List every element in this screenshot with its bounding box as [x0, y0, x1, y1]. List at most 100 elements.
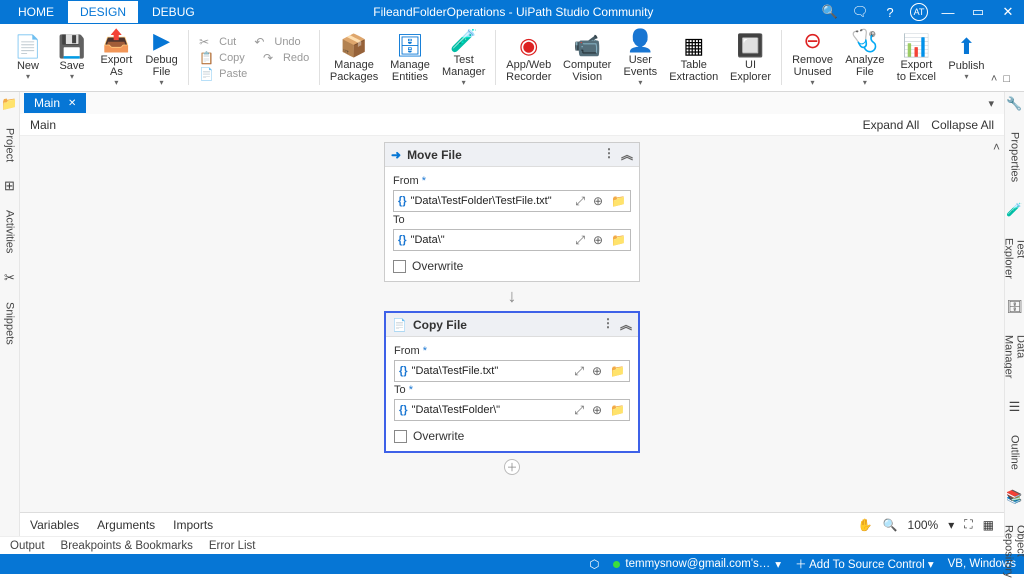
activity-collapse-icon[interactable]: ︽ — [620, 316, 632, 333]
title-bar: HOME DESIGN DEBUG FileandFolderOperation… — [0, 0, 1024, 24]
ribbon-export-to-excel-button[interactable]: 📊Export to Excel — [891, 26, 942, 89]
plus-circle-icon[interactable]: ⊕ — [591, 194, 605, 208]
doc-tab-main[interactable]: Main ✕ — [24, 93, 86, 113]
plus-circle-icon[interactable]: ⊕ — [590, 403, 604, 417]
ribbon-manage-entities-button[interactable]: 🗄Manage Entities — [384, 26, 436, 89]
ribbon-computer-vision-button[interactable]: 📹Computer Vision — [557, 26, 617, 89]
activity-copy-file[interactable]: 📄 Copy File ⋮︽ From * {} "Data\TestFile.… — [384, 311, 640, 453]
plus-circle-icon[interactable]: ⊕ — [590, 364, 604, 378]
ribbon-remove-unused-button[interactable]: ⊖Remove Unused▾ — [786, 26, 839, 89]
checkbox-icon[interactable] — [393, 260, 406, 273]
activity-collapse-icon[interactable]: ︽ — [621, 146, 633, 163]
sidebar-project-tab[interactable]: Project — [4, 128, 16, 162]
ribbon-manage-packages-button[interactable]: 📦Manage Packages — [324, 26, 384, 89]
overwrite-checkbox-row[interactable]: Overwrite — [393, 259, 631, 273]
expression-icon: {} — [398, 234, 407, 246]
paste-button[interactable]: 📄Paste — [199, 67, 309, 81]
sidebar-activities-tab[interactable]: Activities — [4, 210, 16, 253]
ribbon-debug-file-button[interactable]: ▶Debug File▾ — [139, 26, 184, 89]
feedback-icon[interactable]: 🗨 — [850, 2, 870, 22]
from-input[interactable]: {} "Data\TestFile.txt" ⤢ ⊕ 📁 — [394, 360, 630, 382]
zoom-dropdown-icon[interactable]: ▾ — [948, 518, 954, 532]
orchestrator-icon[interactable]: ⬡ — [589, 557, 599, 571]
ribbon-app-web-recorder-button[interactable]: ◉App/Web Recorder — [500, 26, 557, 89]
sidebar-test-explorer-tab[interactable]: Test Explorer — [1003, 238, 1024, 279]
canvas-collapse-icon[interactable]: ˄ — [993, 140, 1000, 154]
ribbon-export-as-button[interactable]: 📤Export As▾ — [94, 26, 139, 89]
from-input[interactable]: {} "Data\TestFolder\TestFile.txt" ⤢ ⊕ 📁 — [393, 190, 631, 212]
expand-editor-icon[interactable]: ⤢ — [573, 233, 587, 248]
add-activity-button[interactable]: ＋ — [504, 459, 520, 475]
ribbon-table-extraction-button[interactable]: ▦Table Extraction — [664, 26, 724, 89]
menu-tab-debug[interactable]: DEBUG — [140, 1, 207, 23]
collapse-all-button[interactable]: Collapse All — [931, 118, 994, 132]
activity-move-file[interactable]: ➜ Move File ⋮︽ From * {} "Data\TestFolde… — [384, 142, 640, 282]
ui-explorer-icon: 🔲 — [737, 33, 764, 59]
expand-all-button[interactable]: Expand All — [863, 118, 920, 132]
zoom-icon[interactable]: 🔍 — [883, 518, 898, 532]
paste-icon: 📄 — [199, 67, 213, 81]
output-tab[interactable]: Output — [10, 540, 45, 552]
sidebar-object-repo-tab[interactable]: Object Repository — [1003, 525, 1024, 578]
ribbon-new-label: New — [17, 60, 39, 72]
user-avatar[interactable]: AT — [910, 3, 928, 21]
plus-circle-icon[interactable]: ⊕ — [591, 233, 605, 247]
close-tab-icon[interactable]: ✕ — [68, 98, 76, 109]
to-input[interactable]: {} "Data\TestFolder\" ⤢ ⊕ 📁 — [394, 399, 630, 421]
ribbon-user-events-button[interactable]: 👤User Events▾ — [617, 26, 664, 89]
expand-editor-icon[interactable]: ⤢ — [572, 403, 586, 418]
designer-canvas[interactable]: ˄ ➜ Move File ⋮︽ From * {} "Data\TestFol… — [20, 136, 1004, 512]
error-list-tab[interactable]: Error List — [209, 540, 256, 552]
ribbon-ui-explorer-button[interactable]: 🔲UI Explorer — [724, 26, 777, 89]
ribbon-test-manager-button[interactable]: 🧪Test Manager▾ — [436, 26, 491, 89]
expand-editor-icon[interactable]: ⤢ — [573, 194, 587, 209]
minimize-icon[interactable]: — — [938, 2, 958, 22]
expand-editor-icon[interactable]: ⤢ — [572, 364, 586, 379]
properties-icon: 🔧 — [1006, 96, 1022, 112]
menu-tab-home[interactable]: HOME — [6, 1, 66, 23]
pan-icon[interactable]: ✋ — [858, 518, 873, 532]
activity-header[interactable]: 📄 Copy File ⋮︽ — [386, 313, 638, 337]
folder-browse-icon[interactable]: 📁 — [608, 403, 627, 417]
ribbon-save-button[interactable]: 💾Save▾ — [50, 26, 94, 89]
folder-browse-icon[interactable]: 📁 — [608, 364, 627, 378]
ribbon-analyze-file-button[interactable]: 🩺Analyze File▾ — [839, 26, 890, 89]
arguments-tab[interactable]: Arguments — [97, 518, 155, 532]
sidebar-snippets-tab[interactable]: Snippets — [4, 302, 16, 345]
overwrite-checkbox-row[interactable]: Overwrite — [394, 429, 630, 443]
breadcrumb[interactable]: Main — [30, 118, 56, 132]
ribbon-awr-label: App/Web Recorder — [506, 59, 551, 83]
search-icon[interactable]: 🔍 — [820, 2, 840, 22]
activity-menu-icon[interactable]: ⋮ — [603, 146, 615, 163]
title-right-controls: 🔍 🗨 ? AT — ▭ ✕ — [820, 2, 1018, 22]
to-input[interactable]: {} "Data\" ⤢ ⊕ 📁 — [393, 229, 631, 251]
sidebar-data-manager-tab[interactable]: Data Manager — [1003, 335, 1024, 378]
zoom-level[interactable]: 100% — [908, 518, 939, 532]
doc-tabs-dropdown-icon[interactable]: ▾ — [988, 97, 1004, 110]
activity-menu-icon[interactable]: ⋮ — [602, 316, 614, 333]
folder-browse-icon[interactable]: 📁 — [609, 233, 628, 247]
cut-button[interactable]: ✂Cut ↶Undo — [199, 35, 309, 49]
ribbon-export-as-label: Export As — [101, 54, 133, 78]
copy-button[interactable]: 📋Copy ↷Redo — [199, 51, 309, 65]
maximize-icon[interactable]: ▭ — [968, 2, 988, 22]
redo-icon: ↷ — [263, 51, 277, 65]
variables-tab[interactable]: Variables — [30, 518, 79, 532]
help-icon[interactable]: ? — [880, 2, 900, 22]
add-source-control-button[interactable]: ＋ Add To Source Control ▾ — [795, 556, 934, 572]
sidebar-properties-tab[interactable]: Properties — [1009, 132, 1021, 182]
ribbon-new-button[interactable]: 📄New▾ — [6, 26, 50, 89]
menu-tab-design[interactable]: DESIGN — [68, 1, 138, 23]
breakpoints-tab[interactable]: Breakpoints & Bookmarks — [61, 540, 193, 552]
activity-header[interactable]: ➜ Move File ⋮︽ — [385, 143, 639, 167]
ribbon-collapse[interactable]: ˄ □ — [991, 26, 1018, 89]
folder-browse-icon[interactable]: 📁 — [609, 194, 628, 208]
fit-screen-icon[interactable]: ⛶ — [964, 517, 972, 532]
checkbox-icon[interactable] — [394, 430, 407, 443]
account-status[interactable]: temmysnow@gmail.com's… ▾ — [613, 557, 781, 571]
sidebar-outline-tab[interactable]: Outline — [1009, 435, 1021, 470]
overview-icon[interactable]: ▦ — [983, 518, 994, 532]
ribbon-publish-button[interactable]: ⬆Publish▾ — [942, 26, 991, 89]
close-icon[interactable]: ✕ — [998, 2, 1018, 22]
imports-tab[interactable]: Imports — [173, 518, 213, 532]
